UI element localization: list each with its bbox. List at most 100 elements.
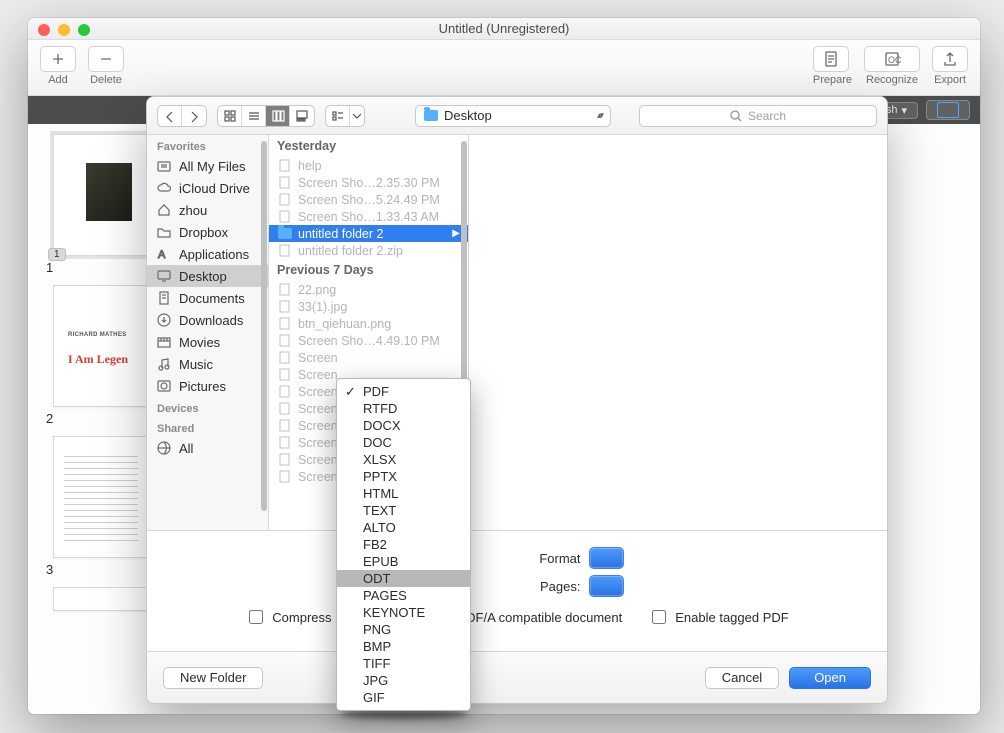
sidebar-item-dropbox[interactable]: Dropbox — [147, 221, 268, 243]
page-count-badge: 1 — [48, 248, 66, 261]
file-icon — [278, 351, 291, 364]
thumbnail-page-1[interactable]: 1 — [53, 134, 149, 256]
format-option-bmp[interactable]: BMP — [337, 638, 470, 655]
format-option-text[interactable]: TEXT — [337, 502, 470, 519]
sidebar-item-home[interactable]: zhou — [147, 199, 268, 221]
sidebar-item-pictures[interactable]: Pictures — [147, 375, 268, 397]
group-by-segment[interactable] — [325, 105, 365, 127]
format-option-gif[interactable]: GIF — [337, 689, 470, 706]
main-toolbar: Add Delete Prepare OCR Recognize Export — [28, 40, 980, 96]
all-files-icon — [156, 158, 172, 174]
view-columns-button[interactable] — [266, 106, 290, 126]
file-item[interactable]: Screen Sho…4.49.10 PM — [269, 332, 468, 349]
sidebar-item-icloud[interactable]: iCloud Drive — [147, 177, 268, 199]
format-option-rtfd[interactable]: RTFD — [337, 400, 470, 417]
format-option-pdf[interactable]: ✓PDF — [337, 383, 470, 400]
sidebar-item-documents[interactable]: Documents — [147, 287, 268, 309]
format-option-alto[interactable]: ALTO — [337, 519, 470, 536]
network-icon — [156, 440, 172, 456]
preview-pane — [469, 135, 887, 530]
add-button[interactable]: Add — [40, 46, 76, 86]
format-option-png[interactable]: PNG — [337, 621, 470, 638]
file-item[interactable]: Screen Sho…5.24.49 PM — [269, 191, 468, 208]
file-item[interactable]: Screen Sho…1.33.43 AM — [269, 208, 468, 225]
recognize-button[interactable]: OCR Recognize — [864, 46, 920, 86]
sidebar-item-downloads[interactable]: Downloads — [147, 309, 268, 331]
export-options: Format Pages: Compress images usin PDF/A… — [147, 531, 887, 633]
export-button[interactable]: Export — [932, 46, 968, 86]
nav-back-button[interactable] — [158, 106, 182, 126]
pages-dropdown[interactable] — [589, 575, 624, 597]
file-item[interactable]: Screen Sho…2.35.30 PM — [269, 174, 468, 191]
location-popup[interactable]: Desktop ▴▾ — [415, 105, 611, 127]
icloud-icon — [156, 180, 172, 196]
nav-forward-button[interactable] — [182, 106, 206, 126]
format-option-epub[interactable]: EPUB — [337, 553, 470, 570]
format-option-pages[interactable]: PAGES — [337, 587, 470, 604]
view-icons-button[interactable] — [218, 106, 242, 126]
delete-label: Delete — [90, 74, 122, 86]
cancel-button[interactable]: Cancel — [705, 667, 779, 689]
file-item[interactable]: 33(1).jpg — [269, 298, 468, 315]
sidebar-item-all-my-files[interactable]: All My Files — [147, 155, 268, 177]
format-option-keynote[interactable]: KEYNOTE — [337, 604, 470, 621]
file-item-selected[interactable]: untitled folder 2▶ — [269, 225, 468, 242]
prepare-button[interactable]: Prepare — [813, 46, 852, 86]
file-item[interactable]: Screen — [269, 349, 468, 366]
layout-toggle[interactable] — [926, 100, 970, 120]
sidebar-item-desktop[interactable]: Desktop — [147, 265, 268, 287]
thumbnail-page-2[interactable]: RICHARD MATHESI Am Legen — [53, 285, 149, 407]
file-item[interactable]: btn_qiehuan.png — [269, 315, 468, 332]
sidebar-item-movies[interactable]: Movies — [147, 331, 268, 353]
search-placeholder: Search — [748, 109, 786, 123]
file-icon — [278, 385, 291, 398]
thumbnail-page-3[interactable] — [53, 436, 149, 558]
file-icon — [278, 159, 291, 172]
open-button[interactable]: Open — [789, 667, 871, 689]
sidebar-scrollbar[interactable] — [261, 141, 267, 511]
view-list-button[interactable] — [242, 106, 266, 126]
file-item[interactable]: untitled folder 2.zip — [269, 242, 468, 259]
sidebar-item-music[interactable]: Music — [147, 353, 268, 375]
view-gallery-button[interactable] — [290, 106, 314, 126]
format-option-tiff[interactable]: TIFF — [337, 655, 470, 672]
tagged-pdf-checkbox[interactable]: Enable tagged PDF — [648, 607, 788, 627]
file-group-yesterday: Yesterday — [269, 135, 468, 157]
chevron-right-icon — [187, 109, 201, 123]
desktop-icon — [156, 268, 172, 284]
export-icon — [941, 50, 959, 68]
format-option-jpg[interactable]: JPG — [337, 672, 470, 689]
format-option-fb2[interactable]: FB2 — [337, 536, 470, 553]
list-icon — [247, 109, 261, 123]
format-option-pptx[interactable]: PPTX — [337, 468, 470, 485]
format-option-html[interactable]: HTML — [337, 485, 470, 502]
search-field[interactable]: Search — [639, 105, 877, 127]
file-item[interactable]: help — [269, 157, 468, 174]
thumb2-title: I Am Legen — [68, 352, 128, 367]
new-folder-button[interactable]: New Folder — [163, 667, 263, 689]
format-option-xlsx[interactable]: XLSX — [337, 451, 470, 468]
folder-icon — [278, 228, 292, 239]
format-option-docx[interactable]: DOCX — [337, 417, 470, 434]
location-label: Desktop — [444, 108, 492, 123]
format-dropdown[interactable] — [589, 547, 624, 569]
close-window-button[interactable] — [38, 24, 50, 36]
minimize-window-button[interactable] — [58, 24, 70, 36]
view-mode-segment — [217, 105, 315, 127]
thumbnail-page-4[interactable] — [53, 587, 149, 611]
file-item[interactable]: 22.png — [269, 281, 468, 298]
delete-button[interactable]: Delete — [88, 46, 124, 86]
sidebar-item-all-shared[interactable]: All — [147, 437, 268, 459]
file-icon — [278, 419, 291, 432]
thumb-number: 1 — [46, 260, 156, 275]
zoom-window-button[interactable] — [78, 24, 90, 36]
music-icon — [156, 356, 172, 372]
file-icon — [278, 193, 291, 206]
open-dialog: Desktop ▴▾ Search Favorites All My Files… — [146, 96, 888, 704]
format-option-odt[interactable]: ODT — [337, 570, 470, 587]
pictures-icon — [156, 378, 172, 394]
sidebar-item-applications[interactable]: AApplications — [147, 243, 268, 265]
chevron-down-icon — [350, 109, 364, 123]
format-option-doc[interactable]: DOC — [337, 434, 470, 451]
file-icon — [278, 244, 291, 257]
